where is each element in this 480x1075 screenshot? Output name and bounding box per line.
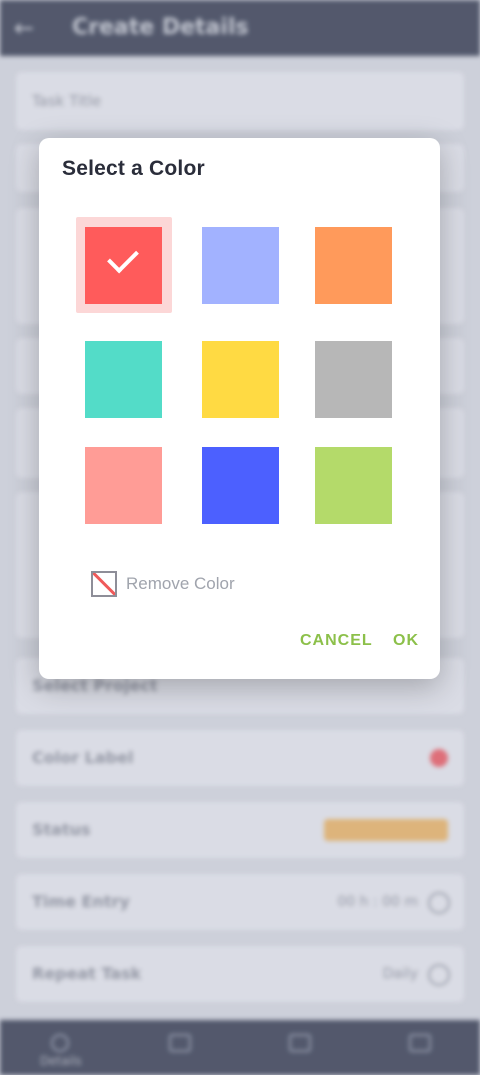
swatch-orange[interactable] (315, 227, 392, 304)
cancel-button[interactable]: CANCEL (300, 632, 373, 650)
remove-color-label: Remove Color (126, 574, 235, 593)
remove-color-option[interactable]: Remove Color (91, 570, 235, 598)
dialog-title: Select a Color (62, 157, 205, 180)
swatch-gray[interactable] (315, 341, 392, 418)
swatch-red[interactable] (85, 227, 162, 304)
checkmark-icon (107, 241, 139, 274)
swatch-periwinkle[interactable] (202, 227, 279, 304)
swatch-blue[interactable] (202, 447, 279, 524)
swatch-pink[interactable] (85, 447, 162, 524)
swatch-turquoise[interactable] (85, 341, 162, 418)
ok-button[interactable]: OK (393, 632, 419, 650)
swatch-yellow[interactable] (202, 341, 279, 418)
color-picker-dialog: Select a Color Remove Color CANCEL OK (39, 138, 440, 679)
swatch-green[interactable] (315, 447, 392, 524)
no-color-icon (91, 571, 117, 597)
